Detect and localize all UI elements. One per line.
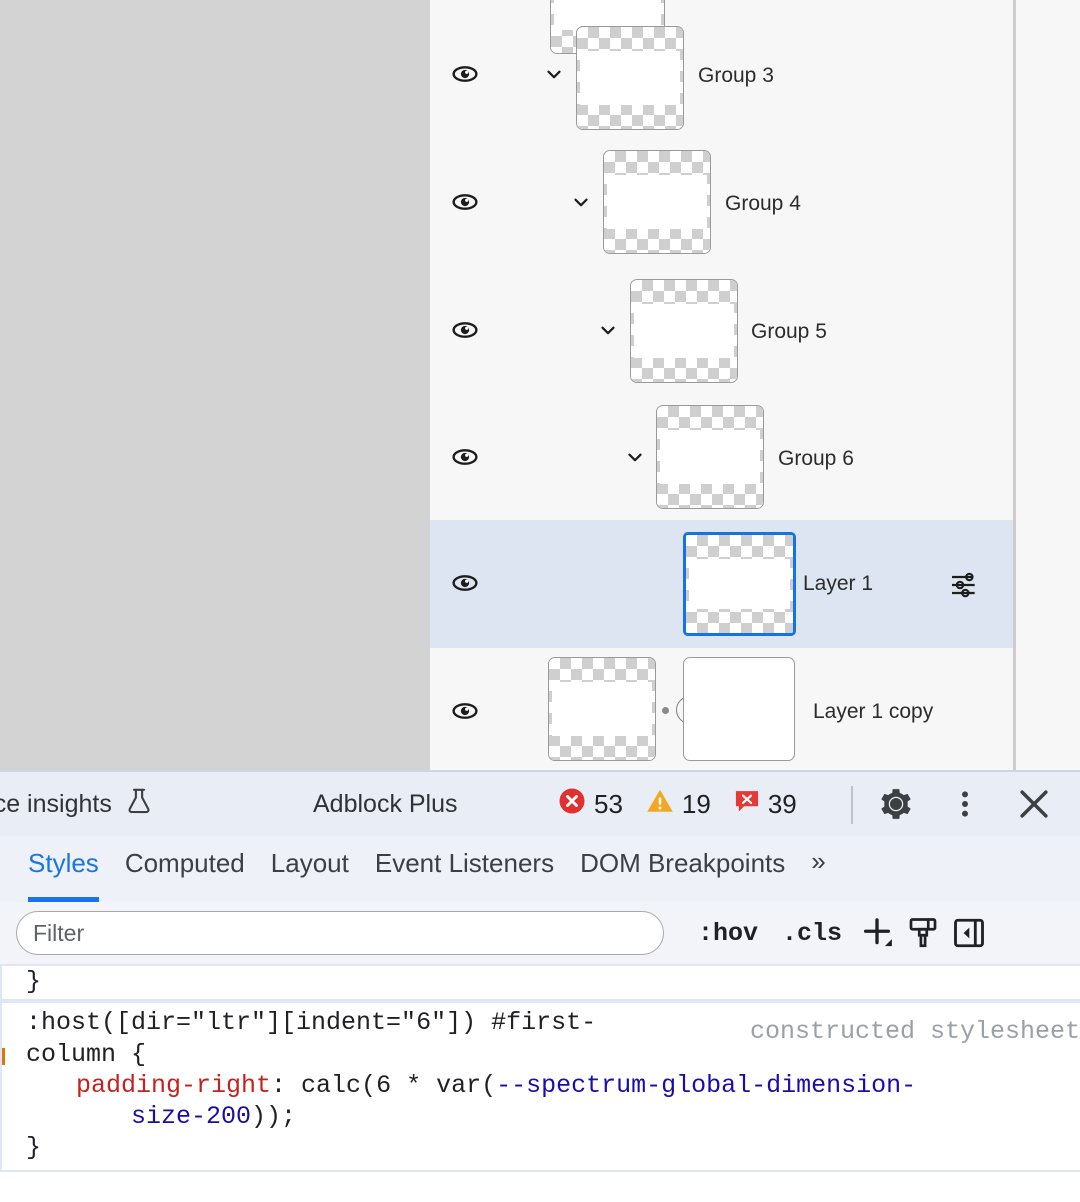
css-selector[interactable]: :host([dir="ltr"][indent="6"]) #first-co… — [26, 1007, 626, 1070]
issue-message-icon — [733, 787, 761, 822]
tab-layout[interactable]: Layout — [271, 836, 375, 902]
tab-styles[interactable]: Styles — [28, 836, 125, 902]
thumbnail-content — [607, 175, 707, 228]
thumbnail-content — [580, 51, 680, 104]
chevron-down-icon[interactable] — [570, 191, 592, 213]
stylesheet-origin-label[interactable]: constructed stylesheet — [750, 1017, 1080, 1046]
layer-row-group-5[interactable]: Group 5 — [430, 268, 1013, 396]
css-closing-brace: } — [26, 966, 1080, 997]
devtools-issue-counters: 53 19 — [557, 786, 810, 823]
layer-visibility-icon[interactable] — [452, 317, 478, 343]
layer-thumbnail[interactable] — [576, 26, 684, 130]
layer-thumbnail[interactable] — [548, 657, 656, 761]
flask-icon — [124, 785, 154, 824]
layer-mask-thumbnail[interactable] — [683, 657, 795, 761]
toggle-sidebar-icon[interactable] — [946, 910, 992, 956]
tab-adblock-plus-label: Adblock Plus — [313, 790, 458, 819]
cls-toggle-button[interactable]: .cls — [770, 919, 854, 948]
layer-name-label: Group 6 — [778, 447, 854, 471]
css-rule-block-previous[interactable]: } — [0, 964, 1080, 1001]
css-declaration[interactable]: padding-right: calc(6 * var(--spectrum-g… — [26, 1070, 1080, 1101]
layer-thumbnail-selected[interactable] — [683, 532, 796, 636]
layer-row-layer-1-copy[interactable]: Layer 1 copy — [430, 648, 1013, 770]
css-value-suffix: )); — [251, 1102, 296, 1131]
css-property-name[interactable]: padding-right — [76, 1071, 271, 1100]
thumbnail-content — [660, 430, 760, 483]
layer-row-layer-1[interactable]: Layer 1 — [430, 520, 1013, 648]
image-editor: Group 3 Group 4 — [0, 0, 1080, 770]
warning-count: 19 — [682, 789, 711, 820]
tab-adblock-plus[interactable]: Adblock Plus — [313, 790, 458, 819]
layer-row-group-4[interactable]: Group 4 — [430, 140, 1013, 268]
styles-filter-row: :hov .cls — [0, 902, 1080, 964]
issue-count: 39 — [768, 789, 797, 820]
filter-input[interactable] — [16, 911, 664, 955]
hov-toggle-button[interactable]: :hov — [686, 919, 770, 948]
devtools-sidebar-tabs: Styles Computed Layout Event Listeners D… — [0, 836, 1080, 902]
document-canvas[interactable] — [0, 0, 430, 770]
layer-name-label: Layer 1 copy — [813, 700, 933, 724]
css-declaration-wrap[interactable]: size-200)); — [26, 1101, 1080, 1132]
warning-counter[interactable]: 19 — [645, 786, 711, 823]
devtools-topbar: nance insights Adblock Plus — [0, 770, 1080, 836]
css-var-name-line2[interactable]: size-200 — [131, 1102, 251, 1131]
chevron-down-icon[interactable] — [624, 446, 646, 468]
tab-performance-insights-label: nance insights — [0, 790, 112, 819]
layer-name-label: Group 4 — [725, 192, 801, 216]
tab-event-listeners[interactable]: Event Listeners — [375, 836, 580, 902]
layer-visibility-icon[interactable] — [452, 444, 478, 470]
devtools-drawer: nance insights Adblock Plus — [0, 770, 1080, 1202]
layer-name-label: Group 3 — [698, 64, 774, 88]
tab-computed[interactable]: Computed — [125, 836, 271, 902]
layer-thumbnail[interactable] — [656, 405, 764, 509]
screen-root: Group 3 Group 4 — [0, 0, 1080, 1202]
layer-row-group-6[interactable]: Group 6 — [430, 396, 1013, 520]
tab-performance-insights[interactable]: nance insights — [0, 785, 154, 824]
thumbnail-content — [689, 559, 790, 610]
link-dot-icon — [662, 707, 669, 714]
thumbnail-content — [552, 682, 652, 735]
tabs-overflow-icon[interactable]: » — [811, 836, 825, 877]
styles-toolbar: :hov .cls — [686, 910, 992, 956]
error-circle-icon — [557, 786, 587, 823]
css-var-name-line1[interactable]: --spectrum-global-dimension- — [496, 1071, 916, 1100]
layer-visibility-icon[interactable] — [452, 61, 478, 87]
gear-icon[interactable] — [876, 784, 916, 824]
css-rule-block-first-column[interactable]: constructed stylesheet :host([dir="ltr"]… — [0, 1001, 1080, 1171]
layer-visibility-icon[interactable] — [452, 698, 478, 724]
plus-icon[interactable] — [854, 910, 900, 956]
layer-row-group-3[interactable]: Group 3 — [430, 12, 1013, 140]
layer-visibility-icon[interactable] — [452, 570, 478, 596]
issue-counter[interactable]: 39 — [733, 787, 797, 822]
thumbnail-content — [634, 304, 734, 357]
warning-triangle-icon — [645, 786, 675, 823]
css-value-prefix: : calc(6 * var( — [271, 1071, 496, 1100]
layer-visibility-icon[interactable] — [452, 189, 478, 215]
paintbrush-icon[interactable] — [900, 910, 946, 956]
error-count: 53 — [594, 789, 623, 820]
layer-row[interactable] — [430, 0, 1013, 6]
close-icon[interactable] — [1014, 784, 1054, 824]
chevron-down-icon[interactable] — [597, 319, 619, 341]
css-rule-closing-brace: } — [26, 1132, 1080, 1163]
chevron-down-icon[interactable] — [543, 63, 565, 85]
panel-right-strip — [1016, 0, 1080, 770]
tab-dom-breakpoints[interactable]: DOM Breakpoints — [580, 836, 811, 902]
layer-thumbnail[interactable] — [630, 279, 738, 383]
error-counter[interactable]: 53 — [557, 786, 623, 823]
layer-properties-icon[interactable] — [948, 569, 978, 599]
styles-rules-pane[interactable]: } constructed stylesheet :host([dir="ltr… — [0, 964, 1080, 1202]
devtools-topbar-actions — [876, 784, 1054, 824]
layer-name-label: Layer 1 — [803, 572, 873, 596]
layer-name-label: Group 5 — [751, 320, 827, 344]
layer-thumbnail[interactable] — [603, 150, 711, 254]
kebab-menu-icon[interactable] — [945, 784, 985, 824]
toolbar-separator — [851, 786, 853, 824]
layers-panel[interactable]: Group 3 Group 4 — [430, 0, 1013, 770]
